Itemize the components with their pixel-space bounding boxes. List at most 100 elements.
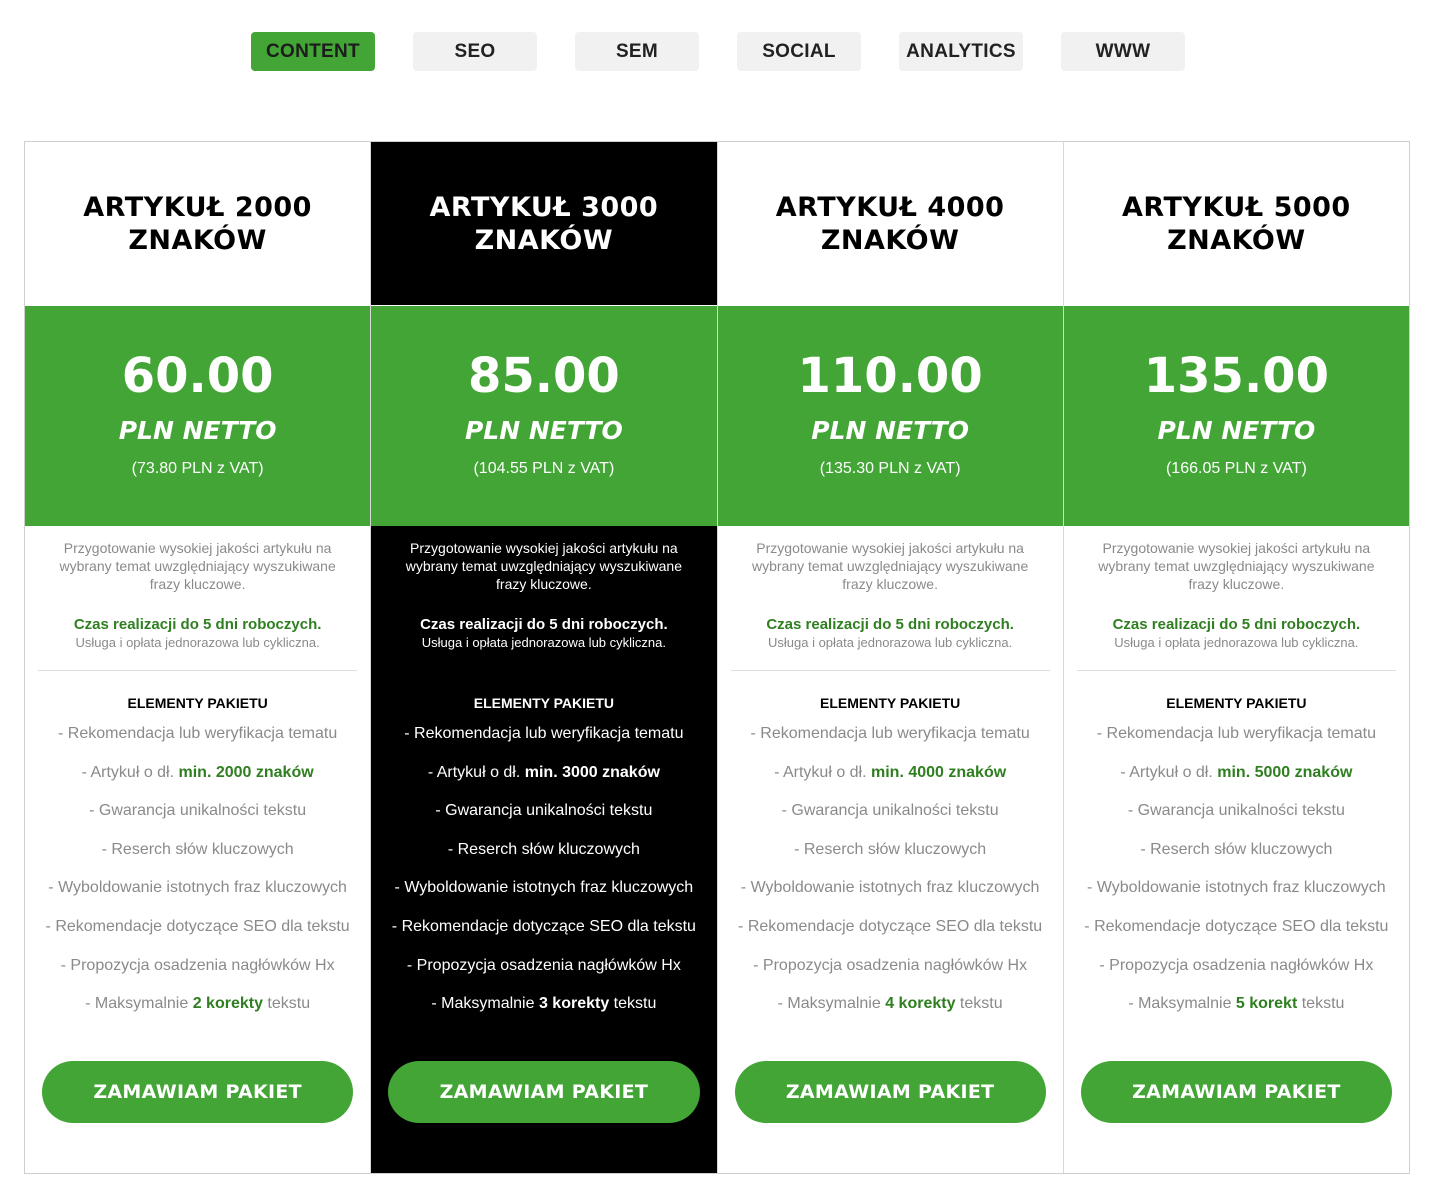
- plan-title-line2: ZNAKÓW: [1167, 224, 1306, 256]
- price-unit: PLN NETTO: [464, 416, 623, 445]
- feature-text: tekstu: [609, 995, 657, 1013]
- feature-item: - Artykuł o dł. min. 3000 znaków: [371, 761, 716, 800]
- feature-item: - Propozycja osadzenia nagłówków Hx: [60, 956, 335, 974]
- order-button[interactable]: ZAMAWIAM PAKIET: [388, 1061, 700, 1123]
- feature-item: - Wyboldowanie istotnych fraz kluczowych: [394, 879, 694, 897]
- feature-highlight: min. 4000 znaków: [871, 763, 1007, 781]
- plan-price: 110.00: [797, 348, 983, 404]
- feature-text: - Artykuł o dł.: [774, 763, 871, 781]
- price-vat: (166.05 PLN z VAT): [1165, 460, 1307, 477]
- elements-title: ELEMENTY PAKIETU: [819, 695, 961, 711]
- feature-item: - Reserch słów kluczowych: [1140, 840, 1333, 858]
- divider: [730, 670, 1050, 671]
- order-button[interactable]: ZAMAWIAM PAKIET: [42, 1061, 354, 1123]
- price-unit: PLN NETTO: [811, 416, 970, 445]
- price-box: 60.00 PLN NETTO (73.80 PLN z VAT): [25, 305, 371, 526]
- feature-item: - Artykuł o dł. min. 4000 znaków: [718, 761, 1063, 800]
- feature-item: - Gwarancja unikalności tekstu: [1127, 802, 1345, 820]
- feature-text: - Artykuł o dł.: [427, 763, 525, 781]
- feature-item: - Propozycja osadzenia nagłówków Hx: [753, 956, 1028, 974]
- plan-title-line1: ARTYKUŁ 3000: [429, 191, 659, 223]
- plan-title-line1: ARTYKUŁ 5000: [1122, 191, 1351, 223]
- plan-title-line1: ARTYKUŁ 4000: [775, 191, 1005, 223]
- feature-item: - Rekomendacja lub weryfikacja tematu: [404, 725, 684, 742]
- billing-note: Usługa i opłata jednorazowa lub cykliczn…: [75, 635, 320, 650]
- feature-text: - Maksymalnie: [431, 995, 539, 1013]
- elements-title: ELEMENTY PAKIETU: [127, 695, 268, 711]
- feature-item: - Artykuł o dł. min. 2000 znaków: [25, 761, 370, 800]
- price-unit: PLN NETTO: [118, 416, 277, 445]
- feature-text: tekstu: [1297, 995, 1345, 1013]
- feature-item: - Rekomendacje dotyczące SEO dla tekstu: [45, 917, 350, 935]
- feature-item: - Maksymalnie 2 korekty tekstu: [25, 992, 370, 1031]
- plan-title-line2: ZNAKÓW: [128, 224, 267, 256]
- elements-title: ELEMENTY PAKIETU: [473, 695, 615, 711]
- feature-item: - Gwarancja unikalności tekstu: [89, 802, 307, 820]
- price-vat: (104.55 PLN z VAT): [473, 460, 615, 477]
- delivery-time: Czas realizacji do 5 dni roboczych.: [766, 616, 1014, 633]
- order-button[interactable]: ZAMAWIAM PAKIET: [734, 1061, 1046, 1123]
- feature-item: - Rekomendacja lub weryfikacja tematu: [1096, 725, 1376, 742]
- plan-title: ARTYKUŁ 3000 ZNAKÓW: [371, 142, 716, 305]
- feature-item: - Rekomendacja lub weryfikacja tematu: [58, 725, 338, 742]
- feature-highlight: min. 2000 znaków: [178, 763, 314, 781]
- billing-note: Usługa i opłata jednorazowa lub cykliczn…: [768, 635, 1013, 650]
- plan-card-3000: ARTYKUŁ 3000 ZNAKÓW 85.00 PLN NETTO (104.…: [371, 142, 718, 1173]
- plan-description: Przygotowanie wysokiej jakości artykułu …: [59, 540, 336, 592]
- feature-highlight: 4 korekty: [885, 995, 956, 1013]
- service-tabs: CONTENT SEO SEM SOCIAL ANALYTICS WWW: [251, 32, 1185, 71]
- plan-title: ARTYKUŁ 5000 ZNAKÓW: [1064, 142, 1409, 305]
- price-vat: (135.30 PLN z VAT): [819, 460, 961, 477]
- divider: [384, 670, 704, 671]
- feature-text: - Artykuł o dł.: [1120, 763, 1218, 781]
- plan-description: Przygotowanie wysokiej jakości artykułu …: [405, 540, 682, 592]
- feature-item: - Maksymalnie 4 korekty tekstu: [718, 992, 1063, 1031]
- plan-title: ARTYKUŁ 4000 ZNAKÓW: [718, 142, 1063, 305]
- billing-note: Usługa i opłata jednorazowa lub cykliczn…: [1114, 635, 1359, 650]
- billing-note: Usługa i opłata jednorazowa lub cykliczn…: [421, 635, 666, 650]
- price-vat: (73.80 PLN z VAT): [131, 460, 264, 477]
- divider: [38, 670, 358, 671]
- feature-item: - Reserch słów kluczowych: [794, 840, 987, 858]
- plan-description: Przygotowanie wysokiej jakości artykułu …: [1098, 540, 1375, 592]
- feature-item: - Rekomendacje dotyczące SEO dla tekstu: [1084, 917, 1389, 935]
- order-button[interactable]: ZAMAWIAM PAKIET: [1080, 1061, 1392, 1123]
- feature-item: - Rekomendacje dotyczące SEO dla tekstu: [738, 917, 1043, 935]
- feature-text: - Maksymalnie: [85, 995, 193, 1013]
- feature-item: - Gwarancja unikalności tekstu: [435, 802, 653, 820]
- pricing-table: ARTYKUŁ 2000 ZNAKÓW 60.00 PLN NETTO (73.8…: [24, 141, 1410, 1174]
- feature-highlight: min. 5000 znaków: [1217, 763, 1353, 781]
- tab-www[interactable]: WWW: [1061, 32, 1185, 71]
- plan-price: 135.00: [1143, 348, 1329, 404]
- feature-highlight: 2 korekty: [192, 995, 263, 1013]
- feature-item: - Wyboldowanie istotnych fraz kluczowych: [1087, 879, 1386, 897]
- feature-item: - Wyboldowanie istotnych fraz kluczowych: [740, 879, 1040, 897]
- feature-item: - Gwarancja unikalności tekstu: [781, 802, 999, 820]
- tab-analytics[interactable]: ANALYTICS: [899, 32, 1023, 71]
- feature-item: - Rekomendacja lub weryfikacja tematu: [750, 725, 1030, 742]
- price-box: 110.00 PLN NETTO (135.30 PLN z VAT): [717, 305, 1063, 526]
- feature-text: - Artykuł o dł.: [81, 763, 179, 781]
- feature-highlight: min. 3000 znaków: [524, 763, 660, 781]
- price-box: 135.00 PLN NETTO (166.05 PLN z VAT): [1063, 305, 1409, 526]
- feature-text: - Maksymalnie: [1128, 995, 1236, 1013]
- feature-list: - Rekomendacja lub weryfikacja tematu - …: [25, 722, 370, 1031]
- delivery-time: Czas realizacji do 5 dni roboczych.: [73, 616, 322, 633]
- feature-highlight: 5 korekt: [1235, 995, 1298, 1013]
- divider: [1076, 670, 1396, 671]
- feature-item: - Reserch słów kluczowych: [447, 840, 640, 858]
- feature-item: - Propozycja osadzenia nagłówków Hx: [1099, 956, 1374, 974]
- feature-list: - Rekomendacja lub weryfikacja tematu - …: [371, 722, 716, 1031]
- tab-seo[interactable]: SEO: [413, 32, 537, 71]
- price-unit: PLN NETTO: [1157, 416, 1316, 445]
- plan-card-4000: ARTYKUŁ 4000 ZNAKÓW 110.00 PLN NETTO (135…: [717, 142, 1064, 1173]
- plan-title-line1: ARTYKUŁ 2000: [83, 191, 312, 223]
- feature-highlight: 3 korekty: [538, 995, 610, 1013]
- tab-content[interactable]: CONTENT: [251, 32, 375, 71]
- feature-item: - Reserch słów kluczowych: [101, 840, 294, 858]
- tab-social[interactable]: SOCIAL: [737, 32, 861, 71]
- tab-sem[interactable]: SEM: [575, 32, 699, 71]
- feature-item: - Propozycja osadzenia nagłówków Hx: [406, 956, 681, 974]
- feature-text: tekstu: [262, 995, 311, 1013]
- feature-item: - Artykuł o dł. min. 5000 znaków: [1064, 761, 1409, 800]
